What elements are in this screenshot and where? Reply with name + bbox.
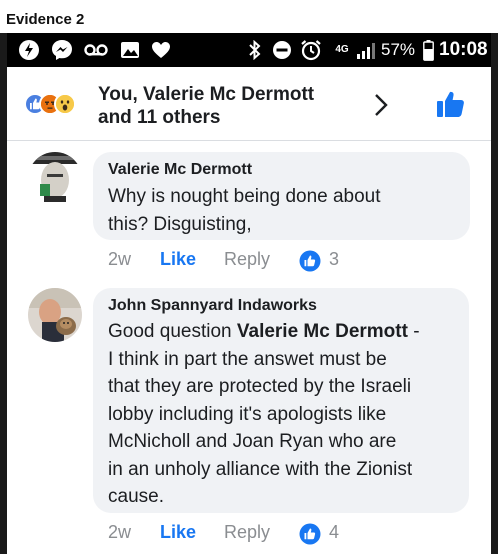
comment-author[interactable]: Valerie Mc Dermott [108, 160, 456, 180]
bolt-app-icon [17, 39, 41, 61]
evidence-label: Evidence 2 [6, 11, 85, 28]
comment-line-suffix: - [407, 321, 420, 342]
comment-mention[interactable]: Valerie Mc Dermott [237, 321, 408, 342]
comment-line: lobby including it's apologists like [108, 403, 387, 425]
like-count-icon [299, 523, 321, 550]
reply-link[interactable]: Reply [224, 522, 270, 543]
voicemail-icon [83, 39, 109, 61]
bluetooth-icon [247, 39, 263, 61]
comment-line: this? Disguisting, [108, 213, 252, 235]
left-edge-shadow [0, 33, 7, 554]
reaction-icons [24, 93, 84, 117]
avatar-image [28, 152, 82, 206]
comment-bubble[interactable]: John Spannyard Indaworks Good question V… [93, 288, 469, 513]
reactions-summary-text[interactable]: You, Valerie Mc Dermott and 11 others [98, 83, 314, 129]
like-count: 3 [329, 249, 340, 269]
like-count: 4 [329, 522, 340, 542]
gallery-icon [119, 39, 141, 61]
heart-icon [150, 39, 172, 61]
comment-actions: 2w Like Reply 4 [108, 522, 388, 546]
wow-reaction-icon [54, 93, 76, 115]
reactions-summary-line1: You, Valerie Mc Dermott [98, 84, 315, 105]
alarm-icon [300, 39, 322, 61]
messenger-icon [50, 39, 74, 61]
like-count-icon [299, 250, 321, 277]
chevron-right-icon[interactable] [373, 93, 389, 122]
signal-icon [355, 39, 377, 61]
comment-line: McNicholl and Joan Ryan who are [108, 431, 397, 452]
thumbs-up-icon [437, 91, 464, 117]
like-link[interactable]: Like [160, 249, 196, 270]
comment-age: 2w [108, 522, 132, 542]
comment-line: Why is nought being done about [108, 186, 381, 207]
comment-author[interactable]: John Spannyard Indaworks [108, 296, 457, 316]
comment-age: 2w [108, 249, 132, 269]
comment-actions: 2w Like Reply 3 [108, 249, 388, 273]
comment-line-prefix: Good question [108, 321, 237, 342]
right-edge-shadow [491, 33, 498, 554]
avatar-valerie[interactable] [28, 152, 82, 206]
comment-line: I think in part the answet must be [108, 348, 387, 370]
battery-icon [421, 39, 435, 61]
avatar-john[interactable] [28, 288, 82, 342]
avatar-image [28, 288, 82, 342]
comment-line: that they are protected by the Israeli [108, 376, 412, 397]
comment-line: in an unholy alliance with the Zionist [108, 458, 413, 480]
thumbs-up-like-button[interactable] [436, 89, 466, 124]
comment-bubble[interactable]: Valerie Mc Dermott Why is nought being d… [93, 152, 470, 240]
header-divider [7, 140, 491, 141]
comment-text: Good question Valerie Mc Dermott - I thi… [108, 318, 457, 511]
do-not-disturb-icon [271, 39, 293, 61]
comment-text: Why is nought being done about this? Dis… [108, 183, 456, 238]
network-4g-icon: 4G [335, 44, 349, 55]
reactions-summary-row[interactable]: You, Valerie Mc Dermott and 11 others [18, 81, 478, 131]
status-bar: 4G 57% 10:08 [7, 33, 491, 67]
reactions-summary-line2: and 11 others [98, 107, 221, 128]
reply-link[interactable]: Reply [224, 249, 270, 270]
comment-line: Good question Valerie Mc Dermott - [108, 318, 457, 346]
comment-line: cause. [108, 486, 164, 507]
status-clock: 10:08 [439, 39, 488, 60]
battery-percent: 57% [381, 40, 416, 59]
like-link[interactable]: Like [160, 522, 196, 543]
